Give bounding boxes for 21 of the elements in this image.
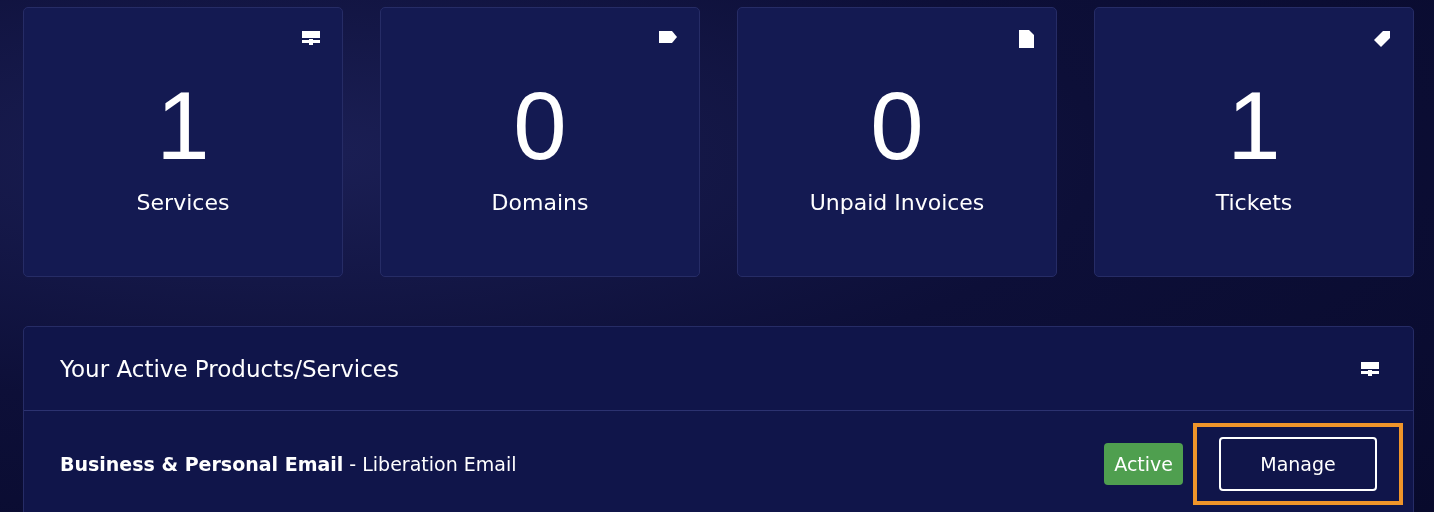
stat-count: 1	[1227, 78, 1281, 174]
server-icon	[1361, 360, 1379, 377]
stat-label: Services	[136, 190, 230, 215]
tag-icon	[1373, 30, 1391, 48]
stat-card[interactable]: 0 Domains	[380, 7, 700, 277]
stat-label: Domains	[491, 190, 589, 215]
manage-button[interactable]: Manage	[1219, 437, 1377, 491]
stat-card[interactable]: 0 Unpaid Invoices	[737, 7, 1057, 277]
service-name[interactable]: Business & Personal Email - Liberation Email	[60, 453, 1105, 475]
stat-label: Unpaid Invoices	[809, 190, 985, 215]
status-badge: Active	[1104, 443, 1183, 485]
file-icon	[1019, 30, 1034, 48]
panel-title: Your Active Products/Services	[60, 355, 399, 382]
tag-icon	[659, 30, 677, 44]
stat-card[interactable]: 1 Tickets	[1094, 7, 1414, 277]
stat-label: Tickets	[1215, 190, 1293, 215]
stat-count: 0	[870, 78, 924, 174]
server-icon	[302, 30, 320, 46]
stat-count: 1	[156, 78, 210, 174]
stat-card[interactable]: 1 Services	[23, 7, 343, 277]
stat-count: 0	[513, 78, 567, 174]
